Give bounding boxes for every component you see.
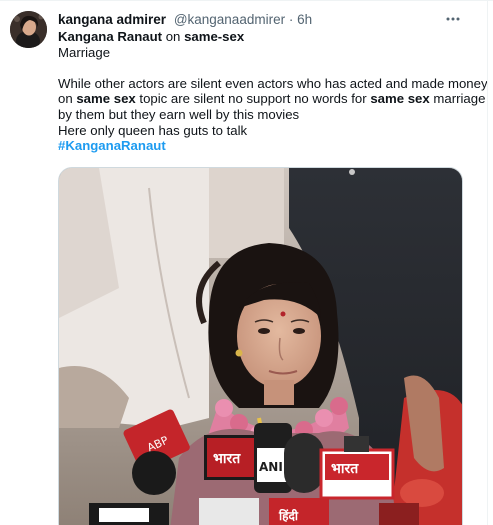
tweet[interactable]: kangana admirer @kanganaadmirer · 6h Kan…: [0, 0, 493, 525]
mic-label-3: भारत: [331, 461, 359, 477]
text-line-3: While other actors are silent even actor…: [58, 75, 488, 91]
tweet-timestamp[interactable]: 6h: [297, 12, 312, 27]
text-line-5: by them but they earn well by this movie…: [58, 106, 300, 122]
column-divider: [487, 1, 488, 525]
separator-dot: ·: [288, 12, 294, 27]
author-handle[interactable]: @kanganaadmirer: [174, 12, 285, 27]
mic-label-2: ANI: [259, 460, 283, 474]
tweet-text: Kangana Ranaut on same-sex Marriage Whil…: [58, 29, 488, 154]
ellipsis-icon[interactable]: [443, 10, 463, 30]
text-line-6: Here only queen has guts to talk: [58, 122, 248, 138]
mic-label-4: हिंदी: [278, 508, 299, 523]
text-line-4: on same sex topic are silent no support …: [58, 91, 486, 107]
author-name[interactable]: kangana admirer: [58, 12, 166, 27]
mic-label-1: भारत: [213, 451, 241, 467]
hashtag-link[interactable]: #KanganaRanaut: [58, 138, 468, 154]
tweet-header: kangana admirer @kanganaadmirer · 6h: [58, 11, 457, 29]
author-avatar[interactable]: [10, 11, 47, 48]
text-line-1: Kangana Ranaut on same-sex: [58, 29, 245, 44]
tweet-media-image[interactable]: ABP भारत ANI भारत हिंदी: [58, 167, 463, 525]
text-line-2: Marriage: [58, 44, 111, 60]
